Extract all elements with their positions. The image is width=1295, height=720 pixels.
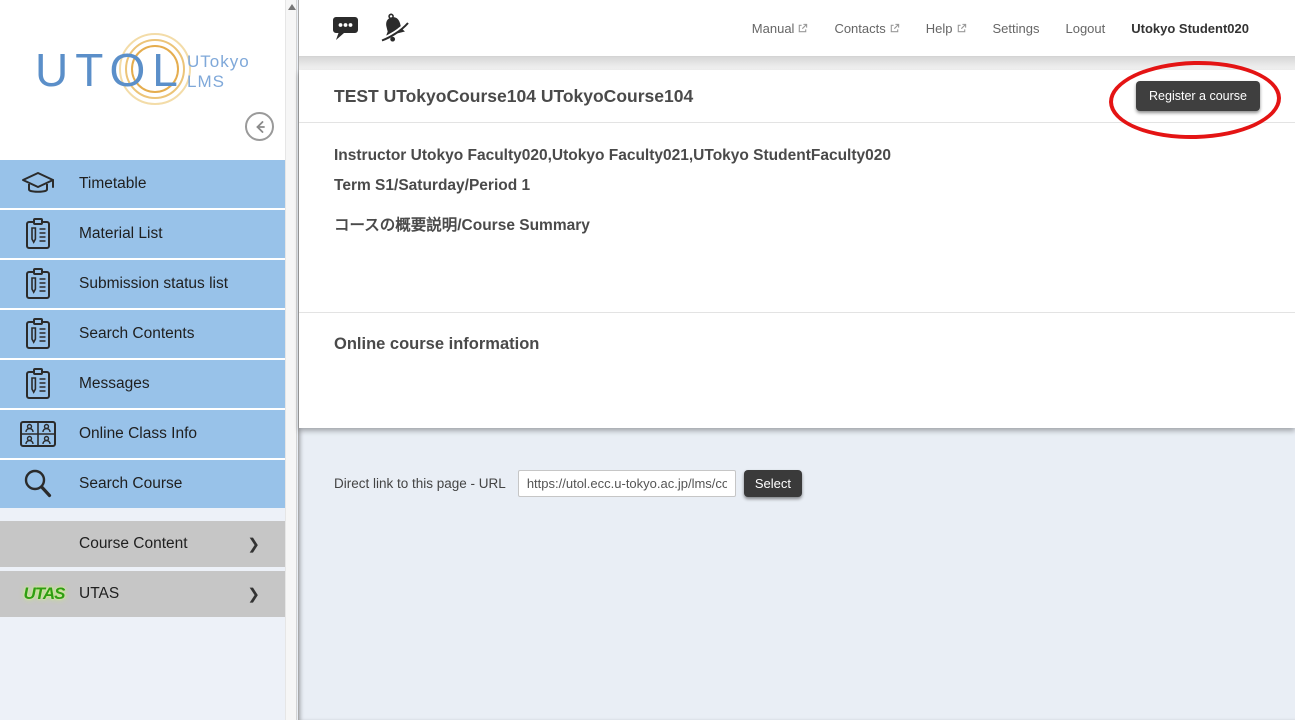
instructor-line: Instructor Utokyo Faculty020,Utokyo Facu… <box>334 147 1260 165</box>
sidebar-menu: Timetable Material List <box>0 160 285 617</box>
sidebar-item-search-course[interactable]: Search Course <box>0 460 285 508</box>
nav-link-settings[interactable]: Settings <box>993 21 1040 36</box>
topbar-nav: Manual Contacts Help <box>752 21 1249 36</box>
nav-link-logout[interactable]: Logout <box>1065 21 1105 36</box>
clipboard-icon <box>16 367 60 401</box>
sidebar-group-utas[interactable]: UTAS UTAS ❯ <box>0 571 285 617</box>
sidebar: UTOL UTokyo LMS Timetable <box>0 0 285 720</box>
graduation-cap-icon <box>16 168 60 200</box>
sidebar-item-messages[interactable]: Messages <box>0 360 285 408</box>
topbar-icons <box>331 12 410 44</box>
main-region: Manual Contacts Help <box>298 0 1295 720</box>
bell-muted-icon <box>378 12 410 44</box>
nav-link-contacts[interactable]: Contacts <box>834 21 899 36</box>
nav-link-manual[interactable]: Manual <box>752 21 809 36</box>
topbar: Manual Contacts Help <box>299 0 1295 57</box>
online-course-heading: Online course information <box>334 335 1260 354</box>
term-line: Term S1/Saturday/Period 1 <box>334 177 1260 195</box>
chevron-right-icon: ❯ <box>247 535 260 553</box>
sidebar-item-search-contents[interactable]: Search Contents <box>0 310 285 358</box>
sidebar-collapse-button[interactable] <box>245 112 274 141</box>
course-title: TEST UTokyoCourse104 UTokyoCourse104 <box>334 86 693 107</box>
chat-bubble-icon <box>331 15 360 42</box>
clipboard-icon <box>16 267 60 301</box>
direct-link-label: Direct link to this page - URL <box>334 476 506 491</box>
course-header: TEST UTokyoCourse104 UTokyoCourse104 Reg… <box>299 70 1295 123</box>
header-shadow-band <box>299 57 1295 70</box>
sidebar-group-label: Course Content <box>0 535 188 553</box>
clipboard-icon <box>16 317 60 351</box>
notifications-muted-button[interactable] <box>378 12 410 44</box>
course-card: TEST UTokyoCourse104 UTokyoCourse104 Reg… <box>299 70 1295 428</box>
search-icon <box>16 467 60 501</box>
chat-messages-button[interactable] <box>331 15 360 42</box>
logo-subtitle: UTokyo LMS <box>187 52 250 92</box>
sidebar-item-material-list[interactable]: Material List <box>0 210 285 258</box>
direct-link-url-input[interactable] <box>518 470 736 497</box>
utol-logo: UTOL UTokyo LMS <box>35 42 265 112</box>
register-course-button[interactable]: Register a course <box>1136 81 1260 111</box>
direct-link-bar: Direct link to this page - URL Select <box>299 428 1295 497</box>
arrow-left-icon <box>252 119 268 135</box>
video-grid-icon <box>16 419 60 449</box>
sidebar-item-online-class-info[interactable]: Online Class Info <box>0 410 285 458</box>
course-summary-heading: コースの概要説明/Course Summary <box>334 213 1260 235</box>
external-link-icon <box>797 23 808 34</box>
scrollbar-up-arrow-icon[interactable] <box>288 4 296 10</box>
external-link-icon <box>956 23 967 34</box>
chevron-right-icon: ❯ <box>247 585 260 603</box>
sidebar-header: UTOL UTokyo LMS <box>0 0 285 160</box>
external-link-icon <box>889 23 900 34</box>
course-info-section: Instructor Utokyo Faculty020,Utokyo Facu… <box>299 123 1295 313</box>
username: Utokyo Student020 <box>1131 21 1249 36</box>
sidebar-groups: Course Content ❯ UTAS UTAS ❯ <box>0 521 285 617</box>
sidebar-scrollbar[interactable] <box>285 0 297 720</box>
utas-logo-icon: UTAS <box>22 584 66 604</box>
sidebar-item-submission-status-list[interactable]: Submission status list <box>0 260 285 308</box>
online-course-section: Online course information <box>299 313 1295 428</box>
sidebar-item-timetable[interactable]: Timetable <box>0 160 285 208</box>
sidebar-group-course-content[interactable]: Course Content ❯ <box>0 521 285 567</box>
nav-link-help[interactable]: Help <box>926 21 967 36</box>
clipboard-icon <box>16 217 60 251</box>
select-url-button[interactable]: Select <box>744 470 802 497</box>
